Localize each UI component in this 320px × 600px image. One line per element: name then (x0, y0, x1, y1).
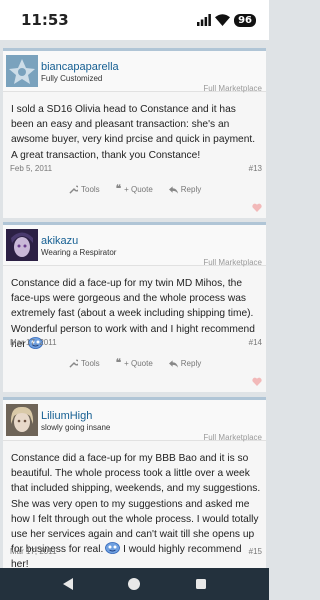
tools-button[interactable]: Tools (69, 184, 100, 195)
signal-icon (197, 14, 211, 26)
avatar[interactable] (6, 55, 38, 87)
wifi-icon (215, 14, 231, 26)
quote-label: + Quote (124, 185, 153, 194)
status-time: 11:53 (21, 11, 69, 29)
post-date: Feb 5, 2011 (10, 164, 53, 173)
post-number[interactable]: #13 (249, 164, 262, 173)
avatar-doll-icon (6, 229, 38, 261)
post-number[interactable]: #14 (249, 338, 262, 347)
battery-indicator: 96 (234, 13, 256, 27)
reply-icon (168, 359, 178, 368)
tools-button[interactable]: Tools (69, 358, 100, 369)
quote-button[interactable]: ❝ + Quote (116, 358, 153, 369)
home-icon[interactable] (127, 577, 141, 591)
post-15: LiliumHigh slowly going insane Full Mark… (3, 397, 266, 568)
post-date: Mar 17, 2011 (10, 547, 57, 556)
avatar[interactable] (6, 404, 38, 436)
post-14: akikazu Wearing a Respirator Full Market… (3, 222, 266, 392)
post-actions: Tools ❝ + Quote Reply (69, 358, 201, 369)
tools-label: Tools (81, 359, 100, 368)
post-actions: Tools ❝ + Quote Reply (69, 184, 201, 195)
heart-icon[interactable] (252, 377, 262, 386)
forum-tag[interactable]: Full Marketplace (203, 258, 262, 267)
username[interactable]: akikazu (41, 235, 78, 247)
wrench-icon (69, 185, 78, 194)
reply-button[interactable]: Reply (168, 184, 202, 195)
recents-icon[interactable] (195, 578, 207, 590)
user-title: Fully Customized (41, 74, 103, 83)
post-date: Mar 17, 2011 (10, 338, 57, 347)
tools-label: Tools (81, 185, 100, 194)
username[interactable]: LiliumHigh (41, 410, 92, 422)
quote-label: + Quote (124, 359, 153, 368)
username[interactable]: biancapaparella (41, 61, 119, 73)
avatar-logo-icon (6, 55, 38, 87)
system-nav-bar (0, 568, 269, 600)
status-icons: 96 (197, 13, 256, 27)
post-number[interactable]: #15 (249, 547, 262, 556)
post-feed[interactable]: biancapaparella Fully Customized Full Ma… (0, 40, 269, 568)
smiley-icon (105, 542, 121, 555)
user-title: Wearing a Respirator (41, 248, 117, 257)
reply-icon (168, 185, 178, 194)
quote-icon: ❝ (115, 358, 122, 369)
reply-label: Reply (180, 185, 202, 194)
post-body-text: Constance did a face-up for my BBB Bao a… (11, 453, 261, 556)
forum-tag[interactable]: Full Marketplace (203, 84, 262, 93)
reply-label: Reply (180, 359, 202, 368)
avatar-doll-icon (6, 404, 38, 436)
reply-button[interactable]: Reply (168, 358, 202, 369)
user-title: slowly going insane (41, 423, 111, 432)
wrench-icon (69, 359, 78, 368)
forum-tag[interactable]: Full Marketplace (203, 433, 262, 442)
status-bar: 11:53 96 (0, 0, 269, 40)
post-body: I sold a SD16 Olivia head to Constance a… (11, 104, 256, 161)
back-icon[interactable] (62, 577, 74, 591)
avatar[interactable] (6, 229, 38, 261)
quote-button[interactable]: ❝ + Quote (116, 184, 153, 195)
heart-icon[interactable] (252, 203, 262, 212)
post-13: biancapaparella Fully Customized Full Ma… (3, 48, 266, 218)
quote-icon: ❝ (115, 184, 122, 195)
